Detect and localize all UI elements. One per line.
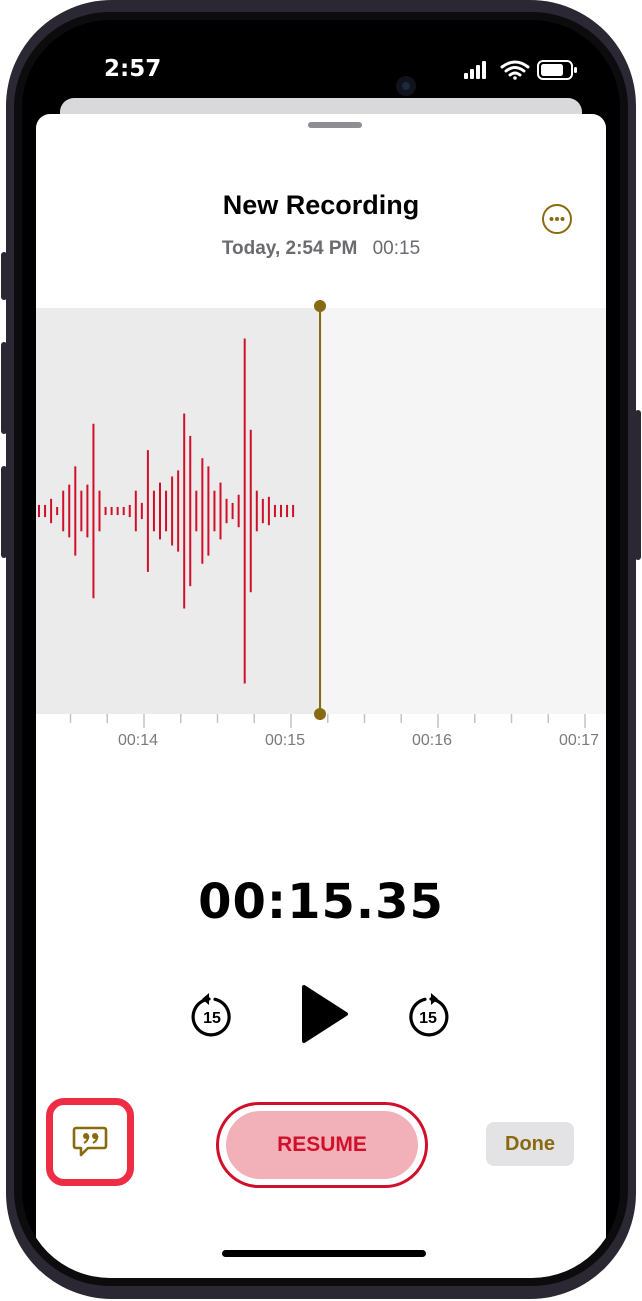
skip-back-button[interactable]: 15 <box>184 988 240 1044</box>
ellipsis-circle-icon <box>549 217 565 221</box>
tick-label: 00:15 <box>265 732 306 749</box>
skip-forward-button[interactable]: 15 <box>400 988 456 1044</box>
waveform <box>38 338 295 684</box>
recording-meta: Today, 2:54 PM 00:15 <box>36 238 606 260</box>
cellular-signal-icon <box>464 61 486 79</box>
playhead-top-handle[interactable] <box>314 300 326 312</box>
camera-icon <box>396 76 416 96</box>
play-button[interactable] <box>294 976 354 1052</box>
transcript-button[interactable] <box>46 1098 134 1186</box>
status-icons <box>464 58 582 87</box>
tick-label: 00:17 <box>559 732 600 749</box>
sheet-grabber[interactable] <box>308 122 362 128</box>
battery-icon <box>537 60 577 80</box>
screen: 2:57 New Recording Today, 2:54 PM 00:15 … <box>22 20 620 1278</box>
goforward-15-icon: 15 <box>409 993 449 1037</box>
skip-back-label: 15 <box>203 1010 221 1027</box>
tick-label: 00:14 <box>118 732 159 749</box>
recording-title[interactable]: New Recording <box>36 190 606 221</box>
gobackward-15-icon: 15 <box>191 993 231 1037</box>
playhead[interactable] <box>314 300 326 720</box>
wifi-icon <box>500 60 530 80</box>
quote-bubble-icon <box>72 1126 108 1157</box>
resume-button[interactable]: RESUME <box>216 1102 428 1188</box>
more-options-button[interactable] <box>542 204 572 234</box>
resume-label: RESUME <box>226 1111 418 1179</box>
recording-detail-sheet: New Recording Today, 2:54 PM 00:15 00:14… <box>36 114 606 1278</box>
home-indicator[interactable] <box>222 1250 426 1257</box>
done-button[interactable]: Done <box>486 1122 574 1166</box>
elapsed-timer: 00:15.35 <box>198 874 444 930</box>
play-icon <box>302 985 348 1043</box>
recording-duration: 00:15 <box>372 238 421 259</box>
tick-label: 00:16 <box>412 732 453 749</box>
skip-forward-label: 15 <box>419 1010 437 1027</box>
phone-screenshot: 2:57 New Recording Today, 2:54 PM 00:15 … <box>0 0 642 1301</box>
status-time: 2:57 <box>104 56 162 82</box>
recording-date: Today, 2:54 PM <box>221 238 358 259</box>
waveform-area[interactable] <box>36 300 606 720</box>
